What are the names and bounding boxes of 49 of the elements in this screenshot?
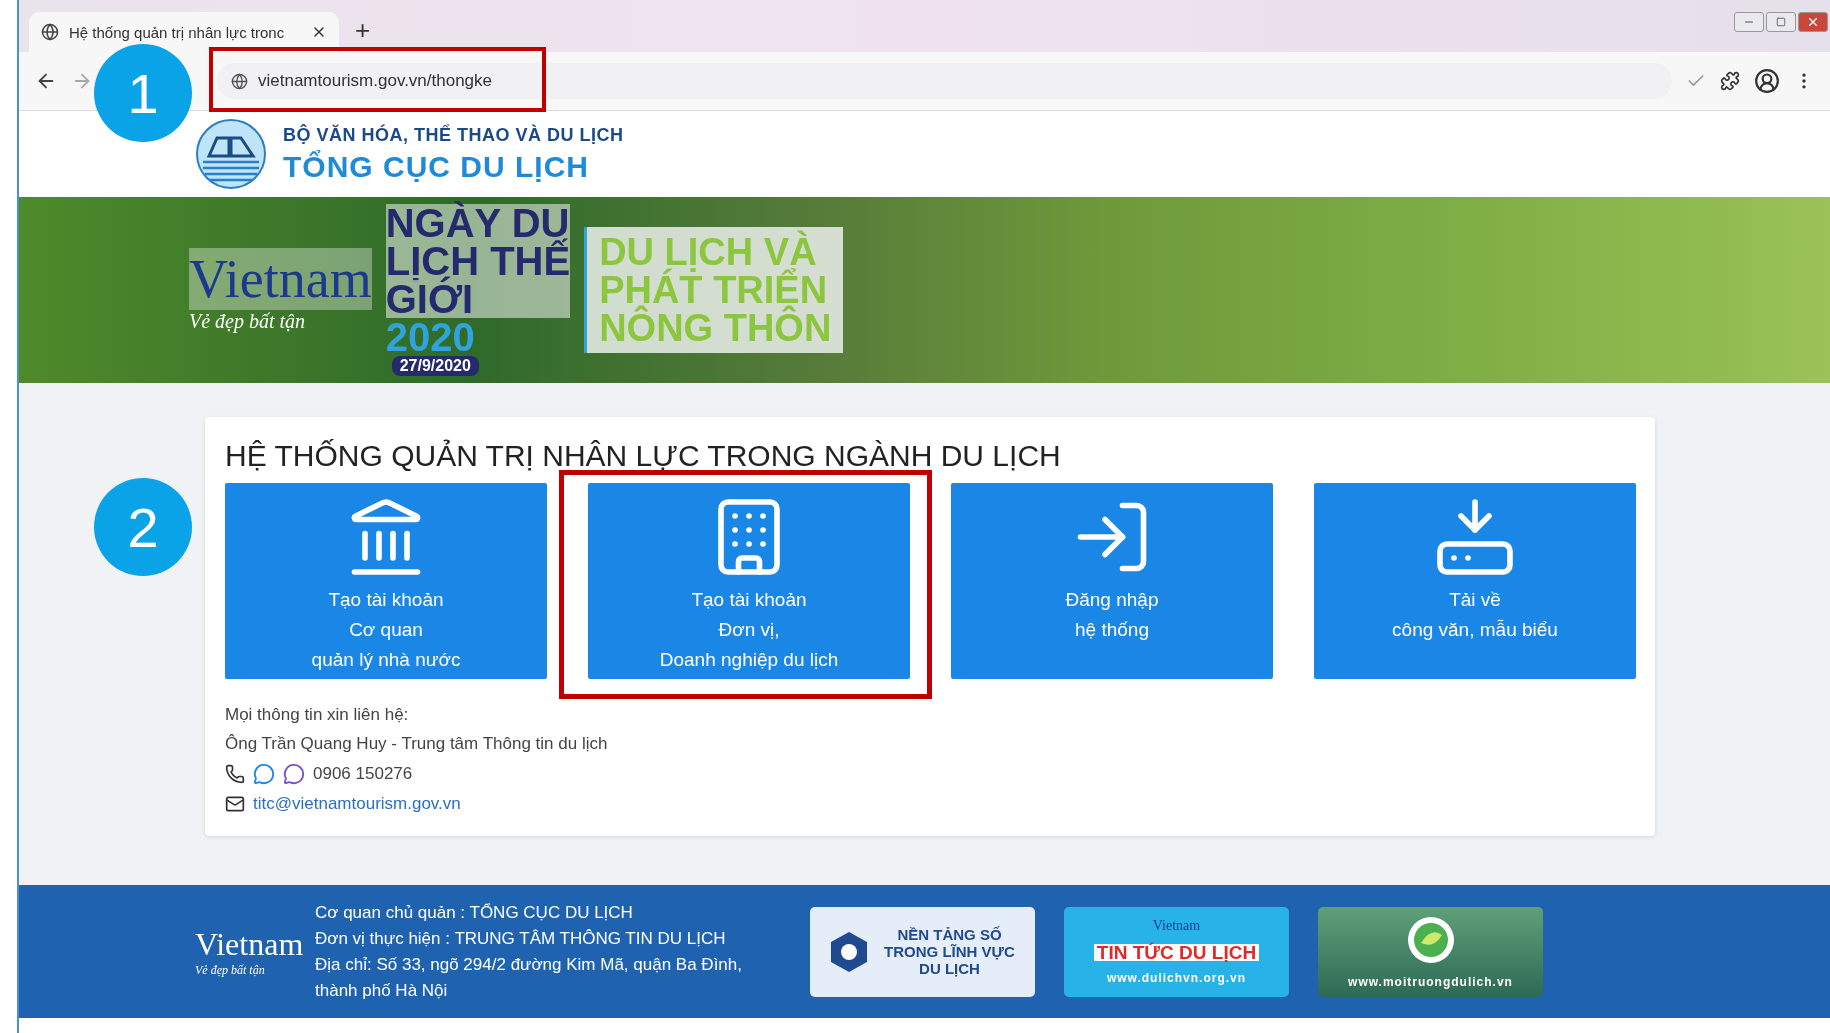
partner-title: NỀN TẢNG SỐ: [896, 926, 1003, 943]
partner-banner[interactable]: NỀN TẢNG SỐ TRONG LĨNH VỰC DU LỊCH: [810, 906, 1035, 997]
maximize-icon: [1776, 17, 1786, 27]
url-text: vietnamtourism.gov.vn/thongke: [258, 71, 493, 91]
banner-year: 2020: [385, 318, 476, 356]
email-link[interactable]: titc@vietnamtourism.gov.vn: [253, 794, 461, 814]
extensions-icon[interactable]: [1720, 71, 1740, 91]
globe-leaf-icon: [1405, 914, 1456, 965]
mail-icon: [225, 794, 245, 814]
ministry-name: BỘ VĂN HÓA, THỂ THAO VÀ DU LỊCH: [283, 124, 624, 146]
footer-logo-tagline: Vẻ đẹp bất tận: [195, 962, 265, 978]
page-title: HỆ THỐNG QUẢN TRỊ NHÂN LỰC TRONG NGÀNH DU LỊCH: [225, 439, 1062, 473]
contact-person: Ông Trần Quang Huy - Trung tâm Thông tin du lịch: [225, 734, 609, 754]
action-button[interactable]: Tạo tài khoản Đơn vị, Doanh nghiệp du lịch: [588, 483, 910, 679]
banner-logo-tagline: Vẻ đẹp bất tận: [189, 309, 306, 333]
emblem-logo: [195, 118, 267, 190]
agency-name: TỔNG CỤC DU LỊCH: [283, 149, 590, 184]
partner-url: www.moitruongdulich.vn: [1348, 974, 1513, 989]
footer-info-line: Đơn vị thực hiện : TRUNG TÂM THÔNG TIN DU LỊCH: [315, 927, 727, 950]
close-window-button[interactable]: [1798, 12, 1828, 32]
banner-date: 27/9/2020: [391, 356, 479, 376]
globe-icon: [41, 23, 59, 41]
chat-bubble-icon: [253, 763, 275, 785]
phone-number: 0906 150276: [313, 764, 413, 784]
footer-info-line: thành phố Hà Nội: [315, 979, 449, 1002]
partner-banner[interactable]: Vietnam TIN TỨC DU LỊCH www.dulichvn.org.vn: [1064, 906, 1289, 997]
address-bar[interactable]: vietnamtourism.gov.vn/thongke: [217, 63, 1672, 99]
contact-intro: Mọi thông tin xin liên hệ:: [225, 705, 410, 725]
banner-logo-word: Vietnam: [189, 247, 372, 310]
footer-logo-word: Vietnam: [195, 925, 304, 963]
account-icon[interactable]: [1754, 68, 1780, 94]
action-button[interactable]: Đăng nhập hệ thống: [951, 483, 1273, 679]
footer-info-line: Địa chỉ: Số 33, ngõ 294/2 đường Kim Mã, quận Ba Đình,: [315, 953, 743, 976]
partner-title: DU LỊCH: [918, 960, 981, 977]
browser-tab[interactable]: Hệ thống quản trị nhân lực tronc: [29, 12, 339, 52]
partner-title: TRONG LĨNH VỰC: [883, 943, 1016, 960]
footer-info-line: Cơ quan chủ quản : TỔNG CỤC DU LỊCH: [315, 901, 634, 924]
maximize-button[interactable]: [1766, 12, 1796, 32]
phone-icon: [225, 764, 245, 784]
tab-title: Hệ thống quản trị nhân lực tronc: [69, 23, 286, 41]
partner-banner[interactable]: www.moitruongdulich.vn: [1318, 906, 1543, 997]
partner-title: TIN TỨC DU LỊCH: [1093, 944, 1260, 961]
close-icon: [1806, 15, 1820, 29]
new-tab-button[interactable]: +: [349, 15, 377, 46]
partner-url: www.dulichvn.org.vn: [1106, 971, 1247, 985]
partner-logo-word: Vietnam: [1152, 918, 1201, 934]
action-button[interactable]: Tải về công văn, mẫu biểu: [1314, 483, 1636, 679]
globe-icon: [231, 72, 248, 90]
action-button[interactable]: Tạo tài khoản Cơ quan quản lý nhà nước: [225, 483, 547, 679]
